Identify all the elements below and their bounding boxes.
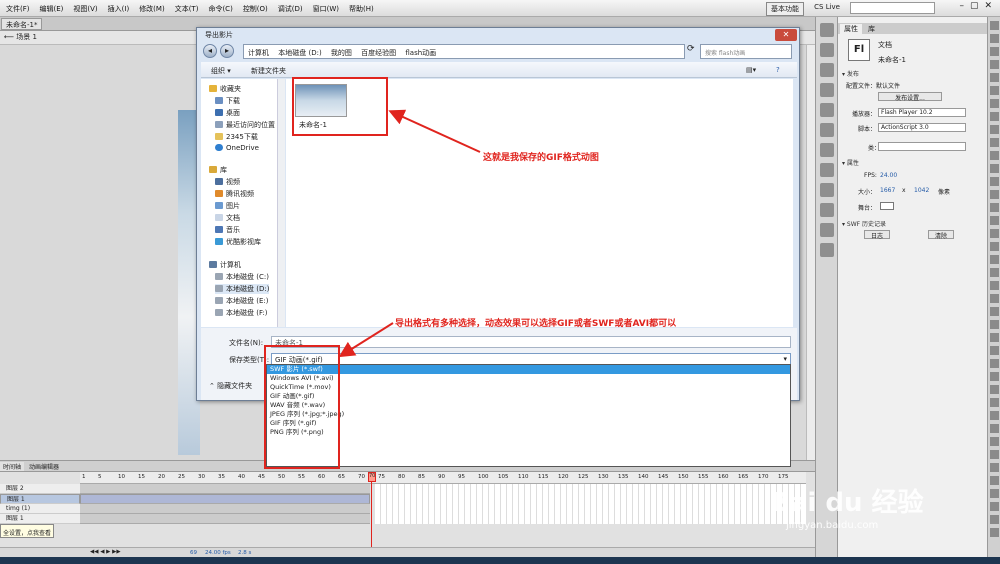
annotation-arrows [338, 109, 481, 358]
baidu-watermark: Bai du 经验 [770, 488, 924, 518]
annotation-gif-note: 这就是我保存的GIF格式动图 [483, 153, 599, 163]
arrow-to-dropdown [338, 322, 394, 358]
baidu-watermark-url: jingyan.baidu.com [786, 520, 879, 531]
arrow-to-thumbnail [388, 109, 481, 153]
annotation-format-note: 导出格式有多种选择，动态效果可以选择GIF或者SWF或者AVI都可以 [395, 319, 677, 329]
